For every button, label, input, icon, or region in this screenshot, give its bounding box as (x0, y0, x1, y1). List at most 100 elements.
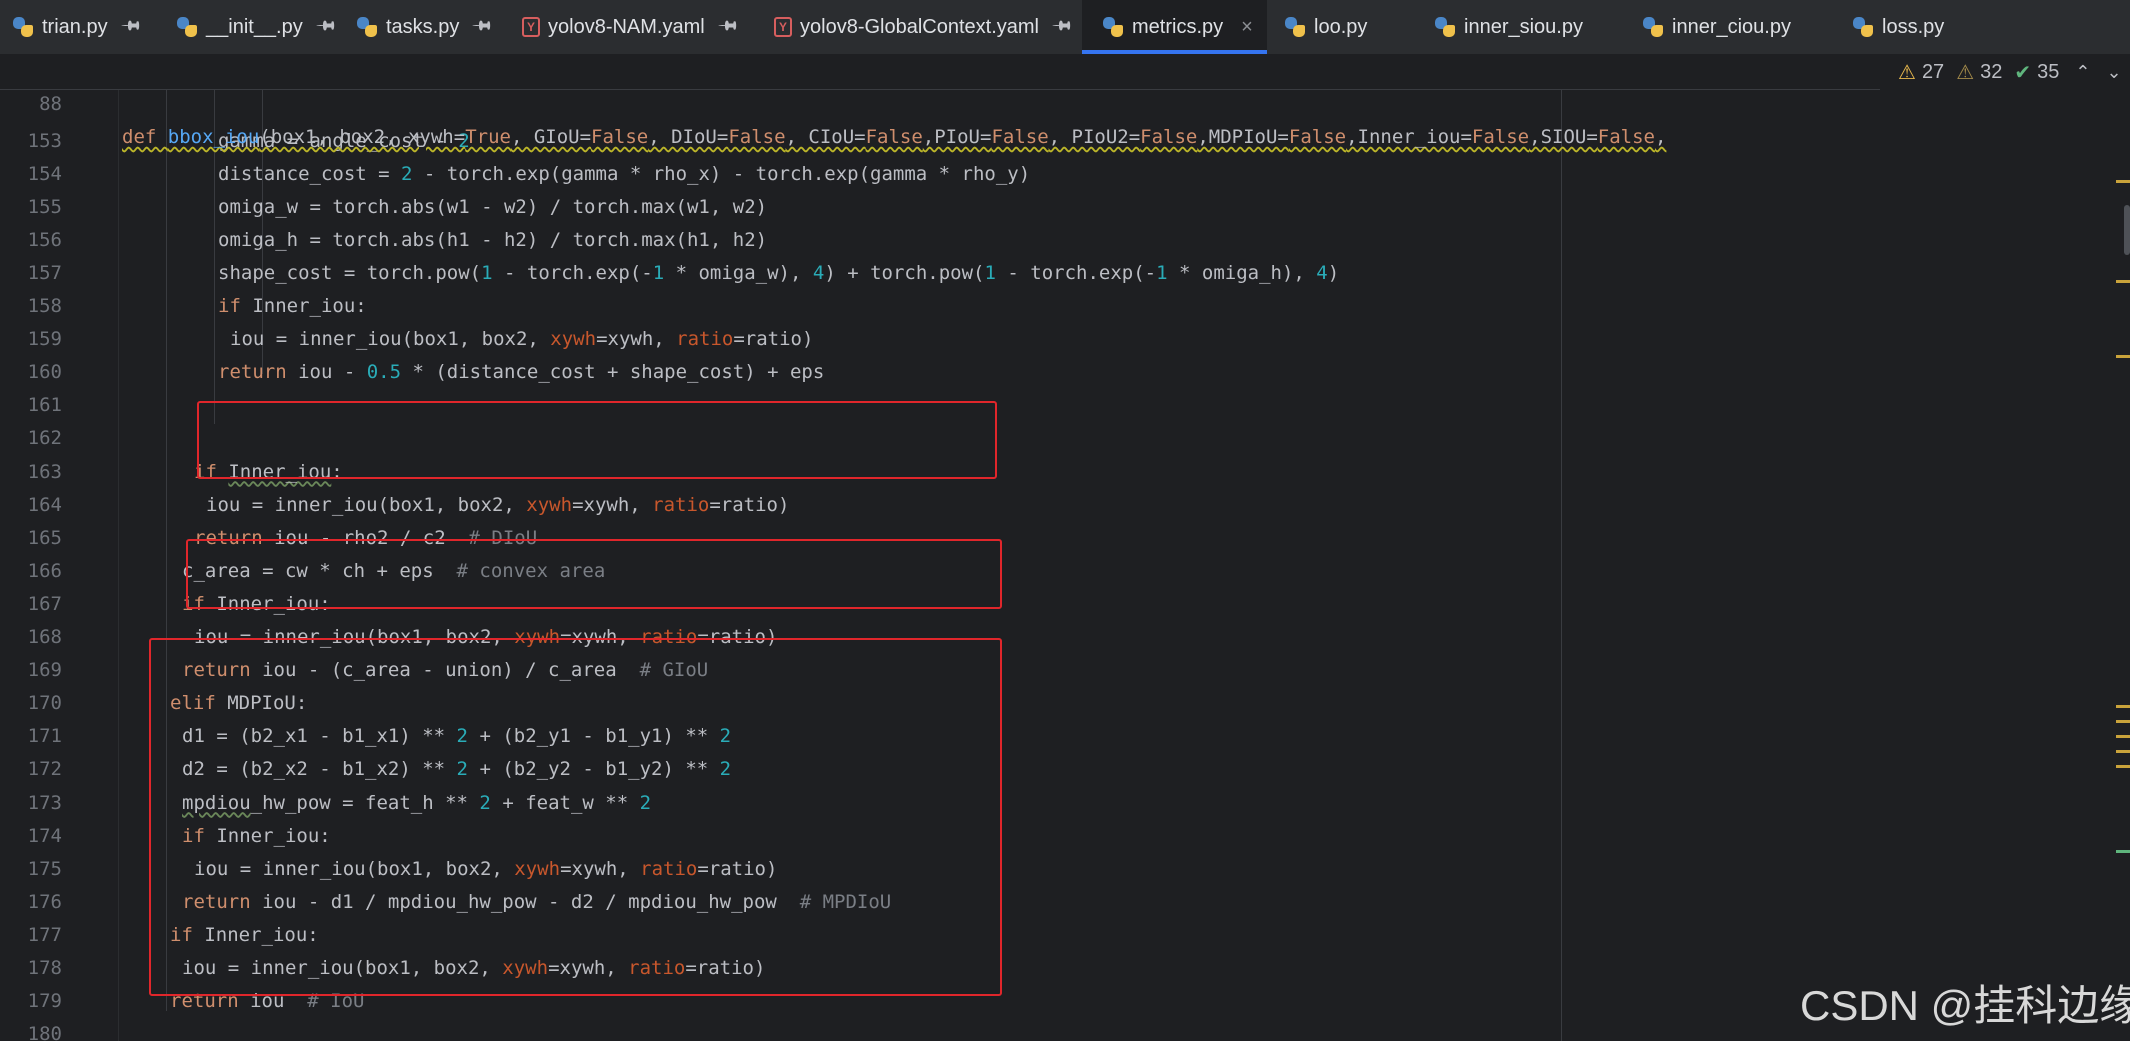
code-line[interactable]: 180 (0, 1018, 1900, 1041)
code-text: omiga_w = torch.abs(w1 - w2) / torch.max… (218, 195, 768, 218)
python-file-icon (1434, 16, 1456, 38)
line-number: 176 (27, 890, 62, 913)
yaml-file-icon: Y (774, 17, 792, 37)
next-highlight-icon[interactable]: ⌄ (2106, 62, 2121, 83)
tab-inner-ciou-py[interactable]: inner_ciou.py (1642, 0, 1791, 54)
editor-tab-bar: trian.py 🖈 __init__.py 🖈 tasks.py 🖈 Y yo… (0, 0, 2130, 55)
line-number: 162 (27, 427, 62, 450)
weak-warning-icon: ⚠ (1956, 61, 1975, 84)
pin-icon[interactable]: 🖈 (711, 11, 744, 44)
code-text: omiga_h = torch.abs(h1 - h2) / torch.max… (218, 228, 768, 251)
tab-metrics-py[interactable]: metrics.py × (1082, 0, 1267, 54)
line-number: 169 (27, 659, 62, 682)
typo-count: 35 (2037, 60, 2060, 83)
tab-label: inner_siou.py (1464, 15, 1583, 38)
code-text: shape_cost = torch.pow(1 - torch.exp(-1 … (218, 261, 1340, 284)
code-line[interactable]: 158 if Inner_iou: (0, 290, 1900, 323)
line-number: 166 (27, 559, 62, 582)
line-number: 173 (27, 791, 62, 814)
annotation-box (197, 401, 997, 479)
code-text: return iou - 0.5 * (distance_cost + shap… (218, 361, 825, 384)
code-text: if Inner_iou: (218, 295, 367, 317)
line-number: 161 (27, 394, 62, 417)
tab-init-py[interactable]: __init__.py 🖈 (176, 0, 340, 54)
tab-yolov8-nam-yaml[interactable]: Y yolov8-NAM.yaml 🖈 (522, 0, 742, 54)
code-text: iou = inner_iou(box1, box2, xywh=xywh, r… (230, 328, 814, 351)
python-file-icon (1852, 16, 1874, 38)
code-line[interactable]: 156 omiga_h = torch.abs(h1 - h2) / torch.… (0, 224, 1900, 257)
line-number: 167 (27, 592, 62, 615)
tab-label: trian.py (42, 15, 108, 38)
warning-marker[interactable] (2116, 720, 2130, 723)
code-editor[interactable]: 88 def bbox_iou(box1, box2, xywh=True, G… (0, 55, 2130, 1041)
line-number: 159 (27, 328, 62, 351)
python-file-icon (1284, 16, 1306, 38)
tab-label: loo.py (1314, 15, 1368, 38)
inspection-widget[interactable]: ⚠ 27 ⚠ 32 ✔ 35 ⌃ ⌄ (1898, 55, 2122, 89)
code-line[interactable]: 155 omiga_w = torch.abs(w1 - w2) / torch.… (0, 191, 1900, 224)
previous-highlight-icon[interactable]: ⌃ (2075, 62, 2090, 83)
pin-icon[interactable]: 🖈 (1045, 11, 1078, 44)
warning-marker[interactable] (2116, 355, 2130, 358)
tab-inner-siou-py[interactable]: inner_siou.py (1434, 0, 1583, 54)
sticky-code: def bbox_iou(box1, box2, xywh=True, GIoU… (122, 126, 1667, 148)
vertical-scrollbar[interactable] (2118, 55, 2130, 1041)
warning-marker[interactable] (2116, 280, 2130, 283)
code-line[interactable]: 164 iou = inner_iou(box1, box2, xywh=xywh… (0, 489, 1900, 522)
line-number: 170 (27, 692, 62, 715)
typo-check-icon: ✔ (2014, 61, 2032, 84)
change-marker[interactable] (2116, 850, 2130, 853)
line-number: 178 (27, 957, 62, 979)
tab-yolov8-globalcontext-yaml[interactable]: Y yolov8-GlobalContext.yaml 🖈 (774, 0, 1076, 54)
code-line[interactable]: 159 iou = inner_iou(box1, box2, xywh=xywh… (0, 323, 1900, 356)
line-number: 179 (27, 990, 62, 1013)
tab-loo-py[interactable]: loo.py (1284, 0, 1367, 54)
tab-tasks-py[interactable]: tasks.py 🖈 (356, 0, 497, 54)
line-number: 165 (27, 526, 62, 549)
line-number: 160 (27, 361, 62, 384)
pin-icon[interactable]: 🖈 (309, 11, 342, 44)
warning-marker[interactable] (2116, 705, 2130, 708)
line-number: 168 (27, 626, 62, 648)
code-line[interactable]: 160 return iou - 0.5 * (distance_cost + s… (0, 356, 1900, 389)
tab-trian-py[interactable]: trian.py 🖈 (12, 0, 145, 54)
python-file-icon (356, 16, 378, 38)
python-file-icon (1102, 16, 1124, 38)
sticky-function-header[interactable]: 88 def bbox_iou(box1, box2, xywh=True, G… (0, 55, 1880, 148)
tab-loss-py[interactable]: loss.py (1852, 0, 1944, 54)
warning-marker[interactable] (2116, 750, 2130, 753)
code-line[interactable]: 157 shape_cost = torch.pow(1 - torch.exp(… (0, 257, 1900, 290)
pin-icon[interactable]: 🖈 (113, 11, 146, 44)
line-number: 157 (27, 261, 62, 284)
pin-icon[interactable]: 🖈 (465, 11, 498, 44)
tab-label: inner_ciou.py (1672, 15, 1791, 38)
warning-count: 27 (1921, 60, 1945, 83)
code-text: distance_cost = 2 - torch.exp(gamma * rh… (218, 162, 1031, 185)
code-text: iou = inner_iou(box1, box2, xywh=xywh, r… (206, 493, 790, 516)
line-number: 172 (27, 758, 62, 781)
code-line[interactable]: 154 distance_cost = 2 - torch.exp(gamma *… (0, 158, 1900, 191)
line-number: 174 (27, 824, 62, 847)
warning-marker[interactable] (2116, 765, 2130, 768)
csdn-watermark: CSDN @挂科边缘 (1800, 982, 2130, 1029)
tab-label: tasks.py (386, 15, 460, 38)
line-number: 171 (27, 725, 62, 748)
tab-label: loss.py (1882, 15, 1945, 38)
python-file-icon (1642, 16, 1664, 38)
line-number: 177 (27, 923, 62, 946)
line-number: 180 (27, 1023, 62, 1041)
close-tab-icon[interactable]: × (1241, 16, 1253, 39)
scrollbar-thumb[interactable] (2124, 205, 2130, 255)
yaml-file-icon: Y (522, 17, 540, 37)
warning-marker[interactable] (2116, 735, 2130, 738)
line-number: 88 (39, 93, 62, 115)
annotation-box (186, 539, 1002, 609)
annotation-box (149, 638, 1002, 996)
line-number: 156 (27, 228, 62, 251)
tab-label: metrics.py (1132, 15, 1224, 38)
warning-marker[interactable] (2116, 180, 2130, 183)
tab-label: yolov8-GlobalContext.yaml (800, 15, 1039, 38)
line-number: 164 (27, 493, 62, 516)
line-number: 155 (27, 195, 62, 218)
warning-icon: ⚠ (1898, 61, 1916, 84)
